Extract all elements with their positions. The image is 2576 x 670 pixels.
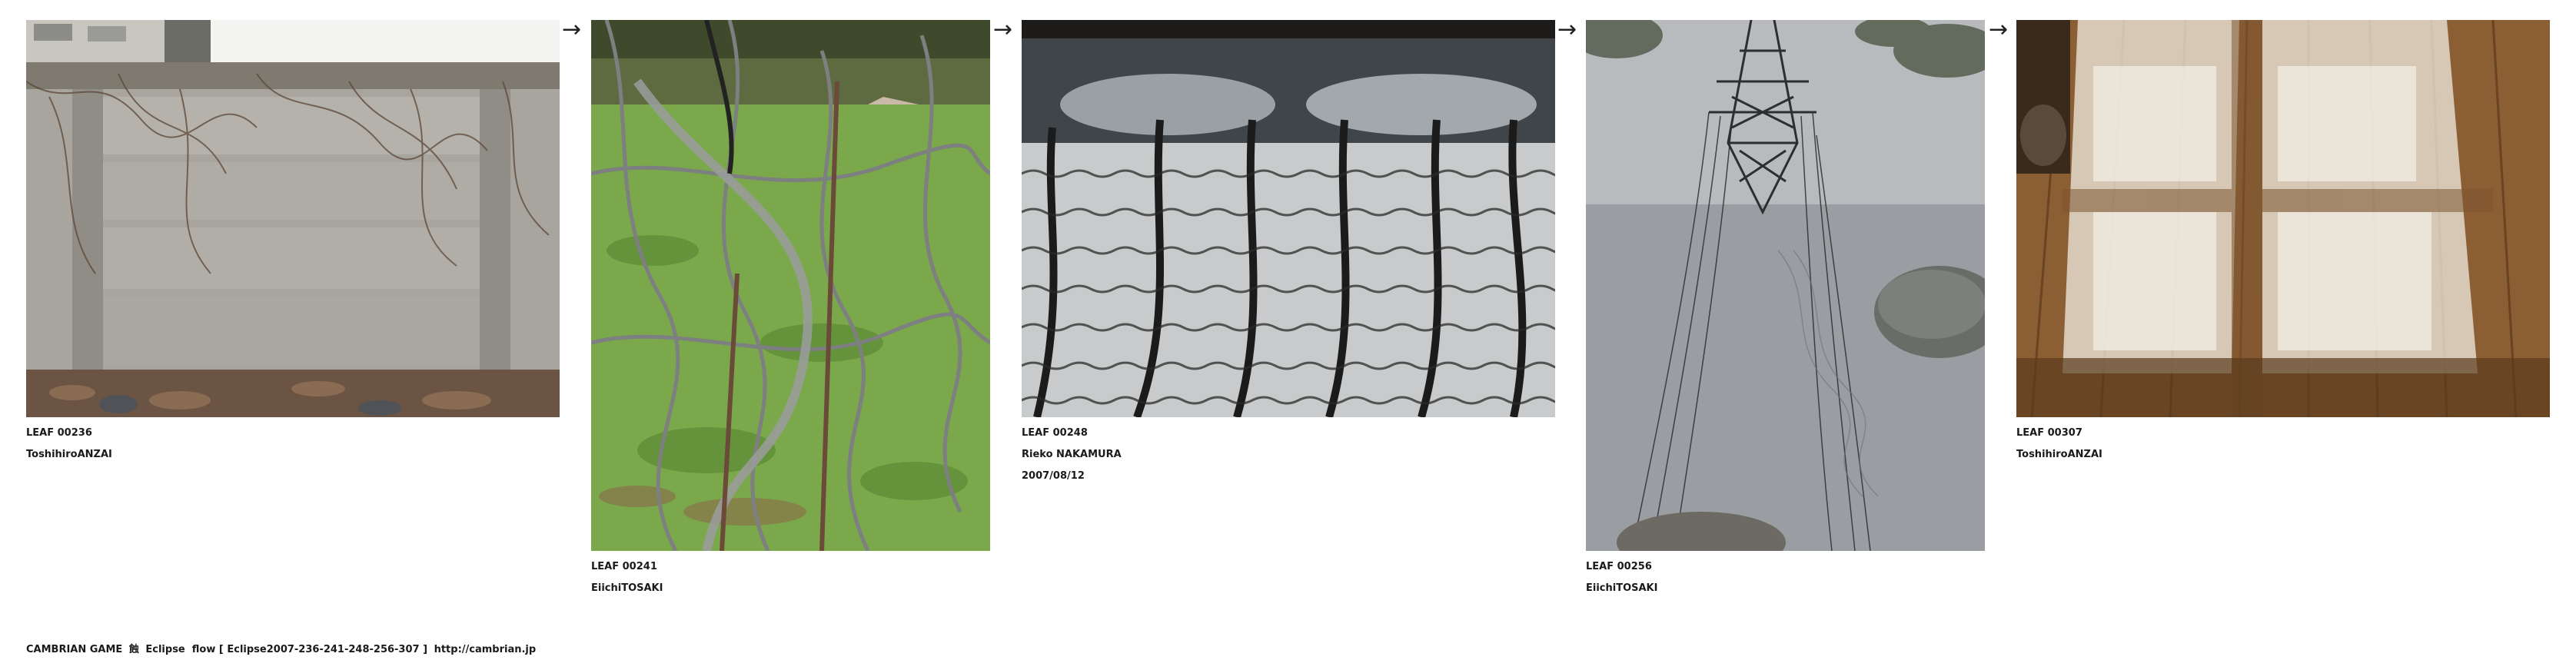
leaf-caption-00236: LEAF 00236 ToshihiroANZAI (26, 423, 112, 466)
footer-url-link[interactable]: http://cambrian.jp (434, 644, 537, 655)
leaf-code: LEAF 00307 (2016, 427, 2082, 439)
leaf-caption-00256: LEAF 00256 EiichiTOSAKI (1586, 556, 1657, 599)
leaf-photo-00241[interactable] (591, 20, 990, 551)
arrow-icon: → (1989, 16, 2009, 43)
eclipse-mark: 蝕 (128, 644, 139, 655)
leaf-date: 2007/08/12 (1022, 470, 1085, 482)
leaf-author: Rieko NAKAMURA (1022, 449, 1122, 460)
leaf-photo-00236[interactable] (26, 20, 560, 417)
leaf-caption-00307: LEAF 00307 ToshihiroANZAI (2016, 423, 2102, 466)
leaf-caption-00241: LEAF 00241 EiichiTOSAKI (591, 556, 663, 599)
leaf-author: EiichiTOSAKI (1586, 582, 1658, 594)
footer: CAMBRIAN GAME 蝕 Eclipse flow [ Eclipse20… (26, 641, 536, 655)
leaf-author: ToshihiroANZAI (2016, 449, 2102, 460)
leaf-author: EiichiTOSAKI (591, 582, 663, 594)
arrow-icon: → (562, 16, 582, 43)
leaf-photo-00307[interactable] (2016, 20, 2550, 417)
leaf-code: LEAF 00236 (26, 427, 92, 439)
leaf-author: ToshihiroANZAI (26, 449, 112, 460)
arrow-icon: → (1557, 16, 1577, 43)
leaf-photo-00248[interactable] (1022, 20, 1555, 417)
leaf-photo-00256[interactable] (1586, 20, 1985, 551)
arrow-icon: → (993, 16, 1013, 43)
footer-game-title: CAMBRIAN GAME (26, 644, 123, 655)
leaf-code: LEAF 00241 (591, 561, 657, 572)
leaf-caption-00248: LEAF 00248 Rieko NAKAMURA 2007/08/12 (1022, 423, 1122, 487)
footer-flow-text: Eclipse flow [ Eclipse2007-236-241-248-2… (145, 644, 428, 655)
leaf-code: LEAF 00256 (1586, 561, 1652, 572)
leaf-code: LEAF 00248 (1022, 427, 1088, 439)
